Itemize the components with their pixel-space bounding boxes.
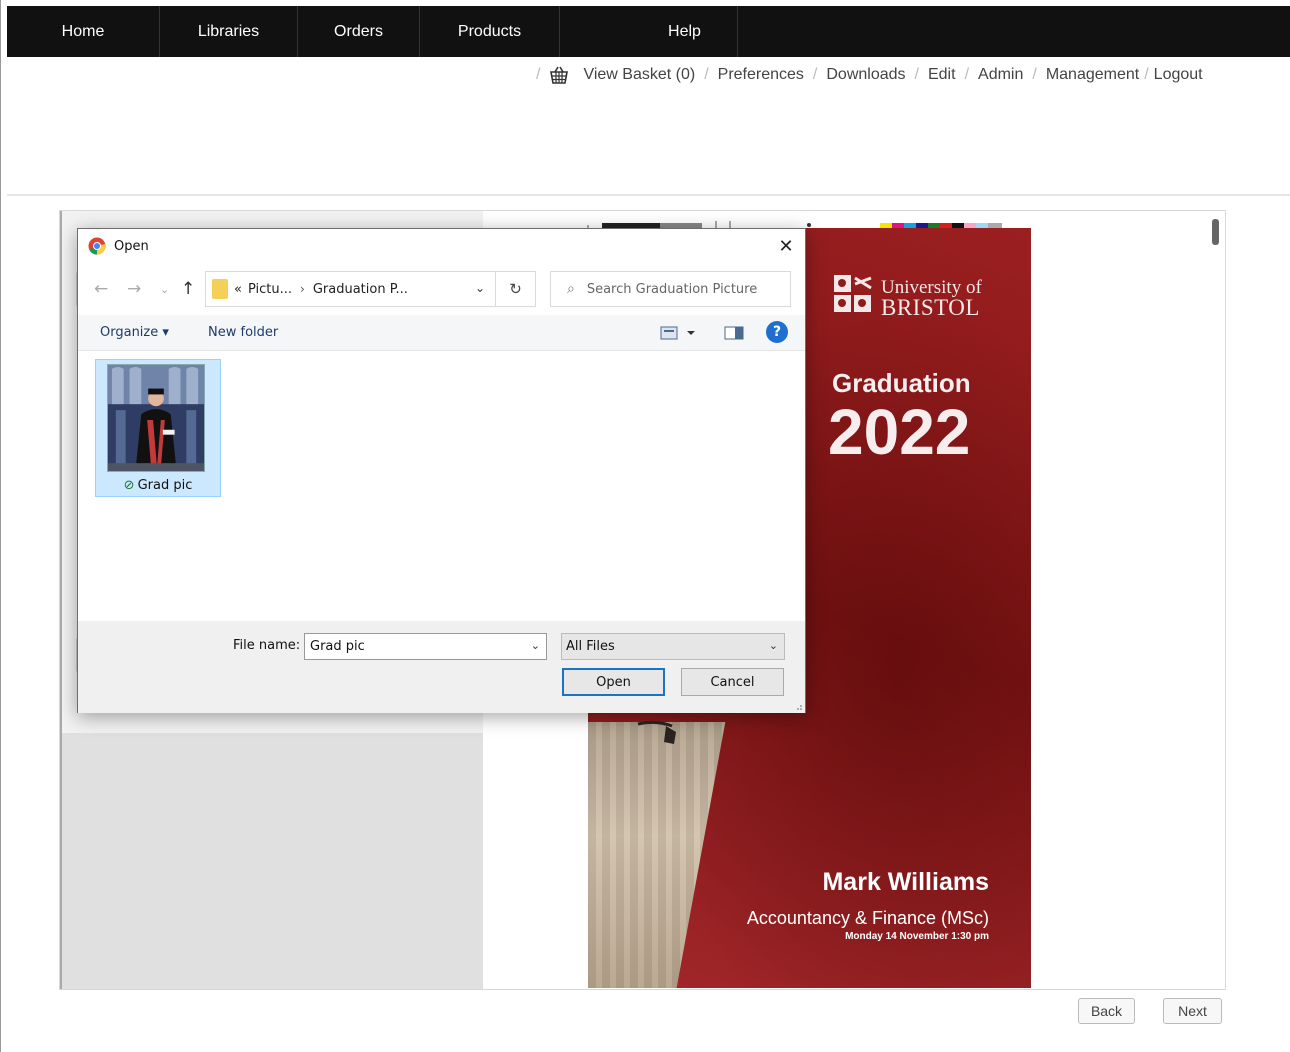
breadcrumb-pictures[interactable]: Pictu... — [248, 282, 292, 297]
help-icon[interactable]: ? — [766, 321, 788, 343]
nav-products[interactable]: Products — [420, 6, 560, 57]
downloads-link[interactable]: Downloads — [826, 66, 905, 84]
open-button[interactable]: Open — [562, 668, 665, 696]
dialog-footer: File name: Grad pic ⌄ All Files ⌄ Open C… — [78, 621, 805, 713]
search-placeholder: Search Graduation Picture — [586, 281, 758, 297]
breadcrumb-overflow[interactable]: « — [234, 282, 242, 297]
refresh-icon[interactable]: ↻ — [496, 271, 536, 307]
poster-heading: Graduation — [832, 368, 971, 398]
close-icon[interactable]: ✕ — [775, 235, 797, 257]
university-crest-icon — [834, 275, 872, 312]
management-link[interactable]: Management — [1046, 66, 1139, 84]
view-basket-link[interactable]: View Basket (0) — [583, 66, 695, 84]
separator: / — [914, 66, 919, 83]
cancel-button[interactable]: Cancel — [681, 668, 784, 696]
dialog-title: Open — [114, 238, 149, 254]
back-arrow-icon[interactable]: ← — [94, 279, 108, 299]
file-open-dialog: Open ✕ ← → ⌄ ↑ « Pictu... › Graduation P… — [77, 228, 806, 713]
nav-orders[interactable]: Orders — [298, 6, 420, 57]
lamp-image — [637, 720, 676, 744]
course-name: Accountancy & Finance (MSc) — [746, 908, 989, 928]
preferences-link[interactable]: Preferences — [718, 66, 804, 84]
view-options-icon[interactable] — [660, 325, 700, 341]
chrome-icon — [88, 237, 106, 255]
separator: / — [536, 66, 541, 83]
file-list: ⊘ Grad pic — [78, 351, 805, 621]
separator: / — [1032, 66, 1037, 83]
file-name-input[interactable]: Grad pic ⌄ — [304, 633, 547, 660]
up-arrow-icon[interactable]: ↑ — [181, 279, 195, 299]
breadcrumb[interactable]: « Pictu... › Graduation P... ⌄ — [205, 271, 496, 307]
graduate-name: Mark Williams — [822, 868, 989, 896]
ceremony-date: Monday 14 November 1:30 pm — [845, 931, 989, 942]
preview-pane-icon[interactable] — [724, 325, 744, 341]
admin-link[interactable]: Admin — [978, 66, 1023, 84]
chevron-down-icon[interactable]: ⌄ — [531, 639, 540, 652]
forward-arrow-icon[interactable]: → — [127, 279, 141, 299]
dialog-toolbar: Organize ▾ New folder ? — [78, 315, 805, 351]
scrollbar-thumb[interactable] — [1212, 219, 1219, 245]
university-logo-text: University of BRISTOL — [881, 278, 982, 320]
separator: / — [964, 66, 970, 83]
address-row: ← → ⌄ ↑ « Pictu... › Graduation P... ⌄ ↻… — [78, 269, 805, 313]
new-folder-button[interactable]: New folder — [208, 325, 278, 340]
nav-home[interactable]: Home — [7, 6, 160, 57]
divider — [7, 194, 1290, 196]
nav-libraries[interactable]: Libraries — [160, 6, 298, 57]
utility-nav: / View Basket (0) / Preferences / Downlo… — [527, 66, 1203, 84]
file-type-value: All Files — [566, 639, 615, 654]
basket-icon[interactable] — [549, 66, 569, 84]
file-item[interactable]: ⊘ Grad pic — [95, 359, 221, 497]
file-name-label: File name: — [233, 638, 301, 653]
organize-button[interactable]: Organize ▾ — [100, 325, 169, 340]
separator: / — [704, 66, 709, 83]
resize-grip-icon[interactable] — [793, 701, 803, 711]
page: Home Libraries Orders Products Help / Vi… — [0, 0, 1290, 1052]
edit-link[interactable]: Edit — [928, 66, 956, 84]
file-name-text: Grad pic — [137, 478, 193, 493]
university-line2: BRISTOL — [881, 295, 980, 320]
poster-year: 2022 — [828, 396, 971, 468]
breadcrumb-graduation[interactable]: Graduation P... — [313, 282, 408, 297]
nav-help[interactable]: Help — [560, 6, 738, 57]
chevron-down-icon[interactable]: ⌄ — [475, 281, 485, 295]
logout-link[interactable]: Logout — [1154, 66, 1203, 84]
file-thumbnail — [107, 364, 205, 472]
recent-dropdown-icon[interactable]: ⌄ — [160, 283, 169, 296]
separator: / — [812, 66, 818, 83]
print-marks — [587, 221, 1002, 229]
file-name-value: Grad pic — [310, 639, 365, 654]
file-type-select[interactable]: All Files ⌄ — [561, 633, 785, 660]
next-button[interactable]: Next — [1163, 998, 1222, 1024]
dialog-title-bar: Open — [88, 237, 149, 255]
chevron-right-icon: › — [300, 282, 305, 296]
search-icon: ⌕ — [567, 281, 575, 297]
chevron-down-icon: ⌄ — [768, 639, 778, 652]
folder-icon — [212, 279, 228, 299]
back-button[interactable]: Back — [1078, 998, 1135, 1024]
search-input[interactable]: ⌕ Search Graduation Picture — [550, 271, 791, 307]
separator: / — [1144, 66, 1149, 83]
file-name: ⊘ Grad pic — [96, 478, 220, 493]
sync-ok-icon: ⊘ — [123, 478, 135, 493]
top-nav: Home Libraries Orders Products Help — [7, 6, 1290, 57]
